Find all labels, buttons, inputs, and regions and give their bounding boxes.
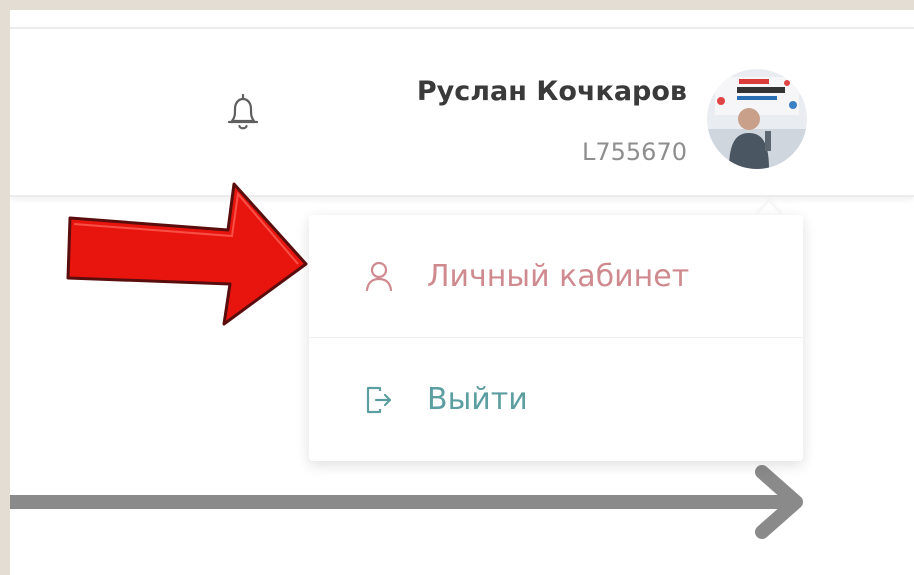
user-name[interactable]: Руслан Кочкаров xyxy=(10,76,687,107)
highlight-arrow xyxy=(66,182,308,326)
menu-item-logout[interactable]: Выйти xyxy=(309,338,803,461)
user-id: L755670 xyxy=(582,138,687,166)
dropdown-caret xyxy=(756,202,782,216)
menu-item-logout-label: Выйти xyxy=(427,382,528,417)
user-icon xyxy=(365,261,393,291)
user-menu-dropdown: Личный кабинет Выйти xyxy=(309,215,803,461)
logout-icon xyxy=(366,386,392,413)
connector-arrow xyxy=(10,465,803,539)
app-window: Руслан Кочкаров L755670 Личный кабинет В… xyxy=(10,10,914,575)
menu-item-profile[interactable]: Личный кабинет xyxy=(309,215,803,338)
menu-item-profile-label: Личный кабинет xyxy=(427,258,690,294)
avatar[interactable] xyxy=(707,69,807,169)
top-header: Руслан Кочкаров L755670 xyxy=(10,27,914,197)
